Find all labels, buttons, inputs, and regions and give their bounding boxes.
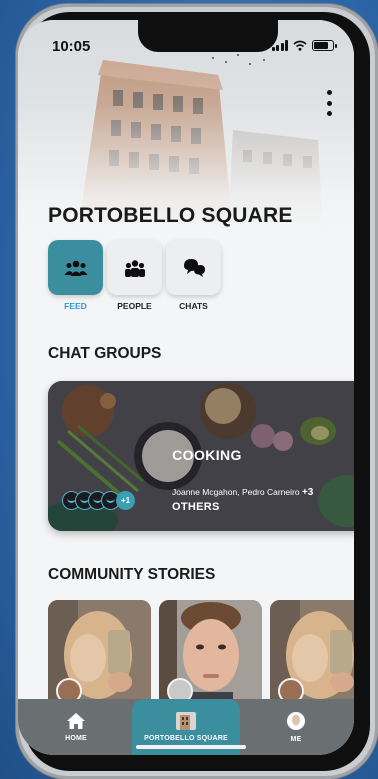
nav-me[interactable]: ME bbox=[246, 699, 346, 755]
members-others-label: OTHERS bbox=[172, 501, 220, 513]
chat-bubbles-icon bbox=[183, 258, 205, 277]
stories-row bbox=[48, 600, 354, 710]
nav-portobello-label: PORTOBELLO SQUARE bbox=[144, 735, 228, 742]
story-card[interactable] bbox=[48, 600, 151, 710]
people-icon bbox=[124, 259, 145, 277]
device-notch bbox=[138, 20, 278, 52]
nav-home-label: HOME bbox=[65, 735, 87, 742]
chat-group-card-cooking[interactable]: COOKING +1 Joanne Mcgahon, Pedro Carneir… bbox=[48, 381, 354, 531]
status-time: 10:05 bbox=[52, 38, 91, 55]
home-icon bbox=[67, 713, 85, 729]
page-title: PORTOBELLO SQUARE bbox=[48, 204, 293, 227]
nav-home[interactable]: HOME bbox=[26, 699, 126, 755]
member-more-count: +3 bbox=[301, 487, 314, 498]
tab-chats-label: CHATS bbox=[179, 301, 208, 311]
community-tabs: FEED PEOPLE CHATS bbox=[48, 240, 221, 311]
community-stories-heading: COMMUNITY STORIES bbox=[48, 566, 216, 583]
home-indicator[interactable] bbox=[136, 745, 246, 749]
story-card[interactable] bbox=[159, 600, 262, 710]
chat-group-name: COOKING bbox=[172, 447, 242, 463]
tab-people-label: PEOPLE bbox=[117, 301, 152, 311]
tab-chats[interactable]: CHATS bbox=[166, 240, 221, 311]
profile-icon bbox=[287, 712, 305, 730]
tab-people[interactable]: PEOPLE bbox=[107, 240, 162, 311]
app-screen: 10:05 PORTOBELLO SQUARE FEED PEOPLE CHAT… bbox=[18, 20, 354, 755]
people-group-icon bbox=[64, 260, 87, 276]
status-icons bbox=[271, 40, 337, 51]
cellular-signal-icon bbox=[271, 40, 288, 51]
battery-icon bbox=[312, 40, 337, 51]
member-count-badge: +1 bbox=[116, 491, 135, 510]
wifi-icon bbox=[293, 40, 307, 51]
member-avatars: +1 bbox=[62, 491, 135, 510]
tab-feed[interactable]: FEED bbox=[48, 240, 103, 311]
nav-me-label: ME bbox=[290, 736, 302, 743]
story-card[interactable] bbox=[270, 600, 354, 710]
chat-groups-heading: CHAT GROUPS bbox=[48, 345, 162, 362]
member-names: Joanne Mcgahon, Pedro Carneiro bbox=[172, 487, 300, 497]
kebab-menu-icon[interactable] bbox=[324, 90, 334, 116]
building-thumbnail-icon bbox=[176, 712, 196, 730]
member-summary: Joanne Mcgahon, Pedro Carneiro +3 OTHERS bbox=[172, 487, 313, 513]
tab-feed-label: FEED bbox=[64, 301, 87, 311]
